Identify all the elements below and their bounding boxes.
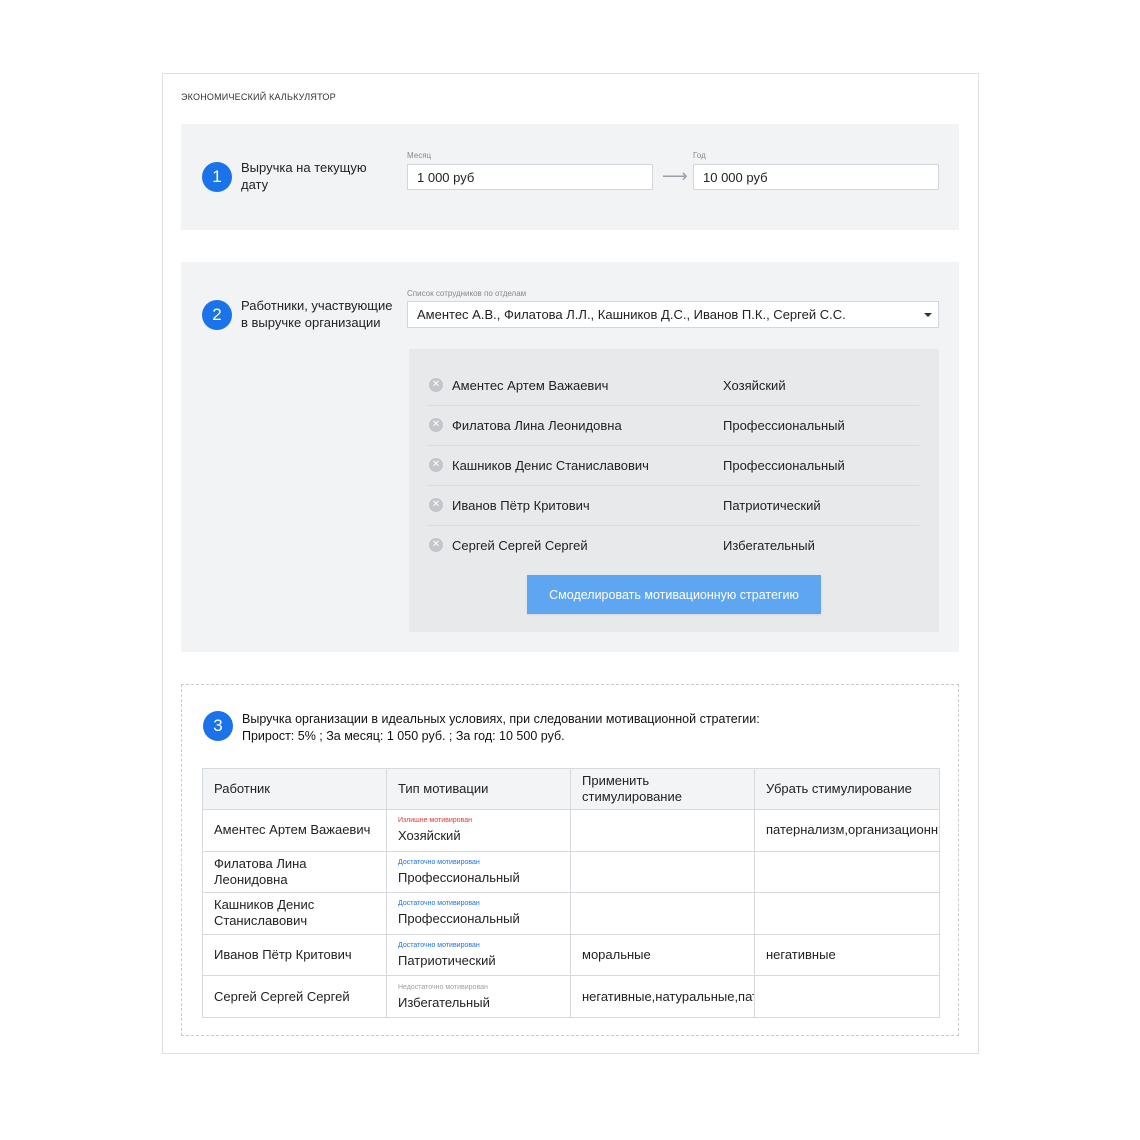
cell-remove	[754, 892, 940, 935]
header-worker: Работник	[202, 768, 387, 810]
motivation-badge: Недостаточно мотивирован	[398, 983, 488, 991]
header-apply-stimulus: Применить стимулирование	[570, 768, 755, 810]
table-row: Кашников Денис Станиславович Достаточно …	[202, 892, 940, 935]
employee-type: Хозяйский	[723, 378, 786, 393]
employee-row: ✕ Иванов Пётр Критович Патриотический	[427, 486, 919, 526]
employee-select[interactable]: Аментес А.В., Филатова Л.Л., Кашников Д.…	[407, 301, 939, 328]
table-row: Иванов Пётр Критович Достаточно мотивиро…	[202, 933, 940, 977]
cell-remove	[754, 975, 940, 1018]
motivation-type: Патриотический	[398, 953, 496, 969]
step-number-1: 1	[202, 162, 232, 192]
employee-list: ✕ Аментес Артем Важаевич Хозяйский ✕ Фил…	[409, 349, 939, 632]
close-circle-icon[interactable]: ✕	[429, 458, 443, 472]
cell-apply	[570, 809, 755, 852]
cell-worker: Иванов Пётр Критович	[202, 933, 387, 977]
cell-remove: негативные	[754, 933, 940, 977]
header-remove-stimulus: Убрать стимулирование	[754, 768, 940, 810]
employee-name: Филатова Лина Леонидовна	[452, 418, 622, 433]
arrow-right-icon: ⟶	[662, 166, 688, 186]
motivation-badge: Достаточно мотивирован	[398, 942, 480, 950]
cell-worker: Сергей Сергей Сергей	[202, 975, 387, 1018]
results-table: Работник Тип мотивации Применить стимули…	[202, 768, 940, 1018]
cell-motivation: Достаточно мотивирован Патриотический	[386, 933, 571, 977]
cell-apply-text: негативные,натуральные,патернализм	[582, 988, 754, 1004]
close-circle-icon[interactable]: ✕	[429, 378, 443, 392]
motivation-type: Профессиональный	[398, 911, 520, 927]
close-circle-icon[interactable]: ✕	[429, 538, 443, 552]
cell-apply	[570, 850, 755, 894]
result-title: Выручка организации в идеальных условиях…	[242, 712, 760, 726]
employee-row: ✕ Кашников Денис Станиславович Профессио…	[427, 446, 919, 486]
employees-panel: 2 Работники, участвующие в выручке орган…	[181, 262, 959, 652]
employee-row: ✕ Сергей Сергей Сергей Избегательный	[427, 526, 919, 566]
cell-motivation: Достаточно мотивирован Профессиональный	[386, 892, 571, 935]
step-number-3: 3	[203, 711, 233, 741]
employee-name: Сергей Сергей Сергей	[452, 538, 588, 553]
cell-apply: моральные	[570, 933, 755, 977]
employee-type: Избегательный	[723, 538, 815, 553]
employee-type: Профессиональный	[723, 418, 845, 433]
table-row: Филатова Лина Леонидовна Достаточно моти…	[202, 850, 940, 894]
employee-name: Кашников Денис Станиславович	[452, 458, 649, 473]
month-caption: Месяц	[407, 151, 432, 160]
revenue-label: Выручка на текущую дату	[241, 160, 367, 192]
table-header-row: Работник Тип мотивации Применить стимули…	[202, 768, 940, 810]
cell-remove	[754, 850, 940, 894]
table-row: Аментес Артем Важаевич Излишне мотивиров…	[202, 809, 940, 852]
employee-row: ✕ Аментес Артем Важаевич Хозяйский	[427, 366, 919, 406]
result-panel: 3 Выручка организации в идеальных услови…	[181, 684, 959, 1036]
motivation-badge: Достаточно мотивирован	[398, 900, 480, 908]
employees-label: Работники, участвующие в выручке организ…	[241, 298, 393, 330]
cell-worker: Аментес Артем Важаевич	[202, 809, 387, 852]
employee-type: Патриотический	[723, 498, 821, 513]
cell-motivation: Недостаточно мотивирован Избегательный	[386, 975, 571, 1018]
motivation-type: Избегательный	[398, 994, 490, 1010]
chevron-down-icon	[924, 313, 932, 317]
step-number-2: 2	[202, 300, 232, 330]
year-input[interactable]	[693, 164, 939, 190]
motivation-type: Хозяйский	[398, 828, 461, 844]
employee-select-caption: Список сотрудников по отделам	[407, 289, 527, 298]
cell-apply	[570, 892, 755, 935]
motivation-badge: Достаточно мотивирован	[398, 858, 480, 866]
close-circle-icon[interactable]: ✕	[429, 498, 443, 512]
motivation-badge: Излишне мотивирован	[398, 817, 472, 825]
employee-select-value: Аментес А.В., Филатова Л.Л., Кашников Д.…	[417, 307, 846, 322]
table-row: Сергей Сергей Сергей Недостаточно мотиви…	[202, 975, 940, 1018]
close-circle-icon[interactable]: ✕	[429, 418, 443, 432]
result-figures: Прирост: 5% ; За месяц: 1 050 руб. ; За …	[242, 729, 565, 743]
employee-type: Профессиональный	[723, 458, 845, 473]
result-summary: Выручка организации в идеальных условиях…	[242, 711, 760, 745]
cell-motivation: Достаточно мотивирован Профессиональный	[386, 850, 571, 894]
year-caption: Год	[693, 151, 706, 160]
simulate-strategy-button[interactable]: Смоделировать мотивационную стратегию	[527, 575, 821, 614]
cell-worker: Филатова Лина Леонидовна	[202, 850, 387, 894]
employee-name: Аментес Артем Важаевич	[452, 378, 609, 393]
cell-remove: патернализм,организационн	[754, 809, 940, 852]
motivation-type: Профессиональный	[398, 869, 520, 885]
header-motivation-type: Тип мотивации	[386, 768, 571, 810]
revenue-panel: 1 Выручка на текущую дату Месяц ⟶ Год	[181, 124, 959, 230]
calculator-card: экономический калькулятор 1 Выручка на т…	[162, 73, 979, 1054]
employee-row: ✕ Филатова Лина Леонидовна Профессиональ…	[427, 406, 919, 446]
cell-motivation: Излишне мотивирован Хозяйский	[386, 809, 571, 852]
cell-apply: негативные,натуральные,патернализм	[570, 975, 755, 1018]
app-title: экономический калькулятор	[181, 92, 336, 102]
employee-name: Иванов Пётр Критович	[452, 498, 590, 513]
cell-worker: Кашников Денис Станиславович	[202, 892, 387, 935]
month-input[interactable]	[407, 164, 653, 190]
